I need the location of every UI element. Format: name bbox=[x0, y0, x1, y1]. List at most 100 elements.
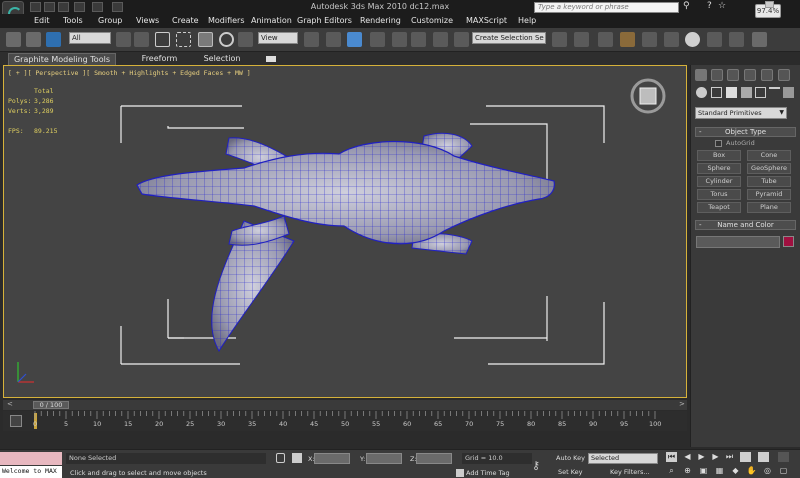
key-filters-button[interactable]: Key Filters... bbox=[610, 468, 650, 476]
curve-editor-icon[interactable] bbox=[642, 32, 657, 47]
display-tab-icon[interactable] bbox=[761, 69, 773, 81]
menu-edit[interactable]: Edit bbox=[34, 16, 50, 25]
absolute-mode-transform-icon[interactable] bbox=[292, 453, 302, 463]
viewport-label-menu[interactable]: [ + ][ Perspective ][ Smooth + Highlight… bbox=[8, 69, 251, 77]
material-editor-icon[interactable] bbox=[685, 32, 700, 47]
search-input[interactable]: Type a keyword or phrase bbox=[534, 2, 679, 13]
edit-named-selection-icon[interactable] bbox=[454, 32, 469, 47]
hierarchy-tab-icon[interactable] bbox=[727, 69, 739, 81]
next-frame-icon[interactable]: ▶ bbox=[710, 452, 721, 462]
next-frame-icon[interactable]: > bbox=[679, 400, 685, 408]
zoom-extents-icon[interactable]: ▣ bbox=[698, 466, 709, 476]
select-scale-icon[interactable] bbox=[238, 32, 253, 47]
create-tab-icon[interactable] bbox=[695, 69, 707, 81]
zoom-icon[interactable]: ⌕ bbox=[666, 466, 677, 476]
systems-icon[interactable] bbox=[783, 87, 794, 98]
menu-views[interactable]: Views bbox=[136, 16, 159, 25]
previous-frame-icon[interactable]: ◀ bbox=[682, 452, 693, 462]
utilities-tab-icon[interactable] bbox=[778, 69, 790, 81]
cameras-icon[interactable] bbox=[741, 87, 752, 98]
name-and-color-rollout[interactable]: - Name and Color bbox=[695, 220, 796, 230]
object-name-field[interactable] bbox=[696, 236, 780, 248]
snaps-toggle-icon[interactable] bbox=[370, 32, 385, 47]
menu-animation[interactable]: Animation bbox=[251, 16, 292, 25]
angle-snap-icon[interactable] bbox=[392, 32, 407, 47]
redo-icon[interactable] bbox=[92, 2, 103, 12]
previous-frame-icon[interactable]: < bbox=[7, 400, 13, 408]
select-by-name-icon[interactable] bbox=[134, 32, 149, 47]
maxscript-listener-input[interactable] bbox=[0, 452, 62, 465]
selection-lock-icon[interactable] bbox=[276, 453, 285, 463]
viewport-canvas[interactable] bbox=[4, 66, 686, 397]
bind-space-warp-icon[interactable] bbox=[46, 32, 61, 47]
tube-button[interactable]: Tube bbox=[747, 176, 791, 187]
pivot-center-icon[interactable] bbox=[304, 32, 319, 47]
current-frame-field[interactable] bbox=[758, 452, 769, 462]
menu-maxscript[interactable]: MAXScript bbox=[466, 16, 507, 25]
new-file-icon[interactable] bbox=[30, 2, 41, 12]
maxscript-listener-output[interactable]: Welcome to MAX bbox=[0, 466, 62, 478]
menu-tools[interactable]: Tools bbox=[63, 16, 83, 25]
torus-button[interactable]: Torus bbox=[697, 189, 741, 200]
window-crossing-icon[interactable] bbox=[176, 32, 191, 47]
menu-graph-editors[interactable]: Graph Editors bbox=[297, 16, 352, 25]
space-warps-icon[interactable] bbox=[769, 87, 780, 98]
reference-coord-dropdown[interactable]: View bbox=[258, 32, 298, 44]
spinner-snap-icon[interactable] bbox=[433, 32, 448, 47]
menu-modifiers[interactable]: Modifiers bbox=[208, 16, 245, 25]
geometry-icon[interactable] bbox=[696, 87, 707, 98]
track-bar[interactable]: 0 5 10 15 20 25 30 35 40 45 50 55 60 65 70 75 80 85 90 95 10… bbox=[3, 411, 687, 431]
percent-snap-icon[interactable] bbox=[411, 32, 426, 47]
sphere-button[interactable]: Sphere bbox=[697, 163, 741, 174]
selection-filter-dropdown[interactable]: All bbox=[69, 32, 111, 44]
time-configuration-icon[interactable] bbox=[778, 452, 789, 462]
field-of-view-icon[interactable]: ◆ bbox=[730, 466, 741, 476]
render-setup-icon[interactable] bbox=[707, 32, 722, 47]
undo-icon[interactable] bbox=[74, 2, 85, 12]
menu-create[interactable]: Create bbox=[172, 16, 199, 25]
y-coord-field[interactable] bbox=[366, 453, 402, 464]
orbit-icon[interactable]: ◎ bbox=[762, 466, 773, 476]
set-key-button[interactable]: Set Key bbox=[558, 468, 583, 476]
layer-manager-icon[interactable] bbox=[598, 32, 613, 47]
cylinder-button[interactable]: Cylinder bbox=[697, 176, 741, 187]
unlink-icon[interactable] bbox=[26, 32, 41, 47]
key-icon[interactable]: ⚷ bbox=[532, 459, 540, 472]
object-type-rollout[interactable]: - Object Type bbox=[695, 127, 796, 137]
pyramid-button[interactable]: Pyramid bbox=[747, 189, 791, 200]
select-rotate-icon[interactable] bbox=[219, 32, 234, 47]
menu-help[interactable]: Help bbox=[518, 16, 536, 25]
ribbon-minimize-icon[interactable] bbox=[266, 56, 276, 62]
rectangular-selection-icon[interactable] bbox=[155, 32, 170, 47]
select-manipulate-icon[interactable] bbox=[326, 32, 341, 47]
keyboard-shortcut-override-icon[interactable] bbox=[347, 32, 362, 47]
cone-button[interactable]: Cone bbox=[747, 150, 791, 161]
graphite-toggle-icon[interactable] bbox=[620, 32, 635, 47]
project-folder-icon[interactable] bbox=[112, 2, 123, 12]
primitive-category-dropdown[interactable]: Standard Primitives ▼ bbox=[695, 107, 787, 119]
favorites-star-icon[interactable]: ☆ bbox=[718, 1, 730, 13]
z-coord-field[interactable] bbox=[416, 453, 452, 464]
menu-customize[interactable]: Customize bbox=[411, 16, 453, 25]
time-slider-thumb[interactable]: 0 / 100 bbox=[33, 401, 69, 409]
tab-freeform[interactable]: Freeform bbox=[132, 53, 187, 65]
time-tag-icon[interactable] bbox=[456, 469, 464, 477]
mirror-icon[interactable] bbox=[552, 32, 567, 47]
tab-graphite-modeling-tools[interactable]: Graphite Modeling Tools bbox=[8, 53, 116, 65]
modify-tab-icon[interactable] bbox=[711, 69, 723, 81]
maximize-viewport-icon[interactable]: ▢ bbox=[778, 466, 789, 476]
teapot-button[interactable]: Teapot bbox=[697, 202, 741, 213]
x-coord-field[interactable] bbox=[314, 453, 350, 464]
select-object-icon[interactable] bbox=[116, 32, 131, 47]
lights-icon[interactable] bbox=[726, 87, 737, 98]
motion-tab-icon[interactable] bbox=[744, 69, 756, 81]
plane-button[interactable]: Plane bbox=[747, 202, 791, 213]
render-production-icon[interactable] bbox=[752, 32, 767, 47]
align-icon[interactable] bbox=[574, 32, 589, 47]
go-to-start-icon[interactable]: ⏮ bbox=[666, 452, 677, 462]
save-file-icon[interactable] bbox=[58, 2, 69, 12]
tab-selection[interactable]: Selection bbox=[196, 53, 248, 65]
shapes-icon[interactable] bbox=[711, 87, 722, 98]
pan-view-icon[interactable]: ✋ bbox=[746, 466, 757, 476]
autogrid-checkbox[interactable] bbox=[715, 140, 722, 147]
